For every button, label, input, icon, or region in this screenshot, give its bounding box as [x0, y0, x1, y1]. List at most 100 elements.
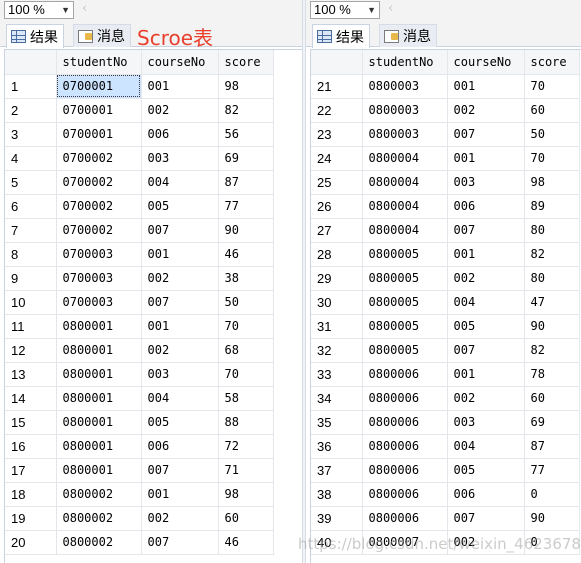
cell-score[interactable]: 82: [524, 242, 580, 267]
row-number[interactable]: 4: [5, 146, 57, 171]
cell-studentno[interactable]: 0700003: [56, 242, 142, 267]
row-number[interactable]: 23: [311, 122, 363, 147]
row-number[interactable]: 35: [311, 410, 363, 435]
cell-score[interactable]: 82: [218, 98, 274, 123]
table-row[interactable]: 33 0800006 001 78: [311, 362, 580, 387]
cell-studentno[interactable]: 0800005: [362, 266, 448, 291]
cell-score[interactable]: 56: [218, 122, 274, 147]
table-row[interactable]: 6 0700002 005 77: [5, 194, 274, 219]
table-row[interactable]: 31 0800005 005 90: [311, 314, 580, 339]
cell-courseno[interactable]: 001: [447, 146, 525, 171]
cell-courseno[interactable]: 007: [141, 458, 219, 483]
cell-studentno[interactable]: 0800005: [362, 242, 448, 267]
cell-studentno[interactable]: 0800006: [362, 458, 448, 483]
table-row[interactable]: 7 0700002 007 90: [5, 218, 274, 243]
cell-courseno[interactable]: 003: [141, 146, 219, 171]
cell-studentno[interactable]: 0700001: [56, 98, 142, 123]
cell-score[interactable]: 69: [524, 410, 580, 435]
chevron-left-icon[interactable]: ‹: [82, 1, 87, 16]
row-number[interactable]: 9: [5, 266, 57, 291]
row-number[interactable]: 22: [311, 98, 363, 123]
cell-score[interactable]: 60: [524, 386, 580, 411]
tab-results[interactable]: 结果: [6, 24, 64, 48]
cell-studentno[interactable]: 0700002: [56, 218, 142, 243]
table-row[interactable]: 17 0800001 007 71: [5, 458, 274, 483]
table-row[interactable]: 13 0800001 003 70: [5, 362, 274, 387]
cell-courseno[interactable]: 007: [447, 338, 525, 363]
cell-studentno[interactable]: 0800006: [362, 482, 448, 507]
table-row[interactable]: 24 0800004 001 70: [311, 146, 580, 171]
cell-score[interactable]: 82: [524, 338, 580, 363]
table-row[interactable]: 15 0800001 005 88: [5, 410, 274, 435]
table-row[interactable]: 19 0800002 002 60: [5, 506, 274, 531]
cell-score[interactable]: 80: [524, 218, 580, 243]
cell-score[interactable]: 98: [524, 170, 580, 195]
cell-studentno[interactable]: 0800006: [362, 362, 448, 387]
row-number[interactable]: 34: [311, 386, 363, 411]
chevron-down-icon[interactable]: ▼: [61, 2, 70, 18]
table-row[interactable]: 32 0800005 007 82: [311, 338, 580, 363]
cell-studentno[interactable]: 0700001: [56, 74, 142, 99]
cell-studentno[interactable]: 0800001: [56, 338, 142, 363]
corner-cell[interactable]: [5, 50, 57, 75]
corner-cell[interactable]: [311, 50, 363, 75]
cell-courseno[interactable]: 007: [141, 290, 219, 315]
cell-courseno[interactable]: 007: [447, 506, 525, 531]
cell-score[interactable]: 90: [218, 218, 274, 243]
cell-studentno[interactable]: 0800004: [362, 170, 448, 195]
table-row[interactable]: 37 0800006 005 77: [311, 458, 580, 483]
table-row[interactable]: 3 0700001 006 56: [5, 122, 274, 147]
column-header-score[interactable]: score: [524, 50, 580, 75]
column-header-courseno[interactable]: courseNo: [447, 50, 525, 75]
row-number[interactable]: 24: [311, 146, 363, 171]
cell-score[interactable]: 46: [218, 530, 274, 555]
cell-score[interactable]: 50: [218, 290, 274, 315]
cell-courseno[interactable]: 001: [447, 74, 525, 99]
table-row[interactable]: 4 0700002 003 69: [5, 146, 274, 171]
cell-score[interactable]: 89: [524, 194, 580, 219]
column-header-courseno[interactable]: courseNo: [141, 50, 219, 75]
cell-score[interactable]: 70: [218, 314, 274, 339]
table-row[interactable]: 38 0800006 006 0: [311, 482, 580, 507]
row-number[interactable]: 31: [311, 314, 363, 339]
table-row[interactable]: 2 0700001 002 82: [5, 98, 274, 123]
row-number[interactable]: 33: [311, 362, 363, 387]
cell-score[interactable]: 70: [524, 74, 580, 99]
table-row[interactable]: 22 0800003 002 60: [311, 98, 580, 123]
row-number[interactable]: 26: [311, 194, 363, 219]
cell-courseno[interactable]: 002: [447, 98, 525, 123]
row-number[interactable]: 28: [311, 242, 363, 267]
cell-studentno[interactable]: 0800001: [56, 410, 142, 435]
cell-courseno[interactable]: 005: [447, 314, 525, 339]
column-header-studentno[interactable]: studentNo: [362, 50, 448, 75]
row-number[interactable]: 8: [5, 242, 57, 267]
cell-score[interactable]: 78: [524, 362, 580, 387]
cell-courseno[interactable]: 004: [447, 290, 525, 315]
row-number[interactable]: 1: [5, 74, 57, 99]
cell-courseno[interactable]: 001: [141, 74, 219, 99]
cell-courseno[interactable]: 006: [141, 122, 219, 147]
table-row[interactable]: 11 0800001 001 70: [5, 314, 274, 339]
table-row[interactable]: 25 0800004 003 98: [311, 170, 580, 195]
cell-studentno[interactable]: 0700002: [56, 194, 142, 219]
row-number[interactable]: 15: [5, 410, 57, 435]
cell-studentno[interactable]: 0800004: [362, 146, 448, 171]
cell-studentno[interactable]: 0800006: [362, 386, 448, 411]
cell-score[interactable]: 69: [218, 146, 274, 171]
cell-score[interactable]: 60: [218, 506, 274, 531]
row-number[interactable]: 16: [5, 434, 57, 459]
table-row[interactable]: 28 0800005 001 82: [311, 242, 580, 267]
row-number[interactable]: 2: [5, 98, 57, 123]
cell-score[interactable]: 87: [524, 434, 580, 459]
cell-studentno[interactable]: 0800002: [56, 482, 142, 507]
cell-score[interactable]: 90: [524, 314, 580, 339]
cell-studentno[interactable]: 0800006: [362, 434, 448, 459]
table-row[interactable]: 34 0800006 002 60: [311, 386, 580, 411]
zoom-dropdown[interactable]: 100 % ▼: [310, 1, 380, 19]
cell-courseno[interactable]: 005: [141, 410, 219, 435]
row-number[interactable]: 7: [5, 218, 57, 243]
cell-courseno[interactable]: 002: [447, 386, 525, 411]
cell-studentno[interactable]: 0800001: [56, 362, 142, 387]
cell-studentno[interactable]: 0700003: [56, 290, 142, 315]
row-number[interactable]: 21: [311, 74, 363, 99]
